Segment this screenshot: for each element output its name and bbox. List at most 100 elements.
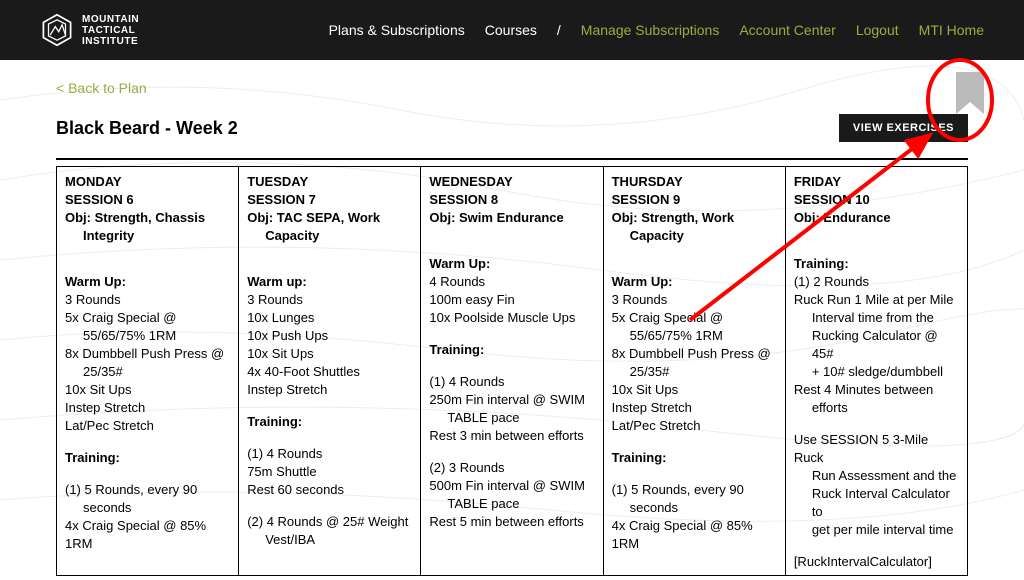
page-title: Black Beard - Week 2: [56, 118, 238, 139]
plan-line: Rest 5 min between efforts: [429, 513, 594, 531]
logo-text: MOUNTAIN TACTICAL INSTITUTE: [82, 14, 139, 47]
plan-line: 5x Craig Special @: [612, 309, 777, 327]
plan-line: 4x 40-Foot Shuttles: [247, 363, 412, 381]
plan-line: seconds: [612, 499, 777, 517]
section-hdr: Training:: [65, 449, 230, 467]
plan-line: 500m Fin interval @ SWIM: [429, 477, 594, 495]
plan-line: + 10# sledge/dumbbell: [794, 363, 959, 381]
obj-hdr indent-placeholder: Integrity: [65, 227, 230, 245]
plan-line: get per mile interval time: [794, 521, 959, 539]
plan-line: Instep Stretch: [612, 399, 777, 417]
plan-line: Run Assessment and the: [794, 467, 959, 485]
divider: [56, 158, 968, 160]
plan-line: 5x Craig Special @: [65, 309, 230, 327]
plan-line: TABLE pace: [429, 409, 594, 427]
section-hdr: Warm Up:: [429, 255, 594, 273]
section-hdr: Warm Up:: [612, 273, 777, 291]
plan-line: 55/65/75% 1RM: [65, 327, 230, 345]
view-exercises-button[interactable]: VIEW EXERCISES: [839, 114, 968, 142]
plan-column: WEDNESDAYSESSION 8Obj: Swim Endurance War…: [421, 167, 603, 575]
plan-line: 75m Shuttle: [247, 463, 412, 481]
sess-hdr: SESSION 6: [65, 191, 230, 209]
plan-line: 10x Lunges: [247, 309, 412, 327]
plan-line: 8x Dumbbell Push Press @: [612, 345, 777, 363]
obj-hdr: Obj: TAC SEPA, Work: [247, 209, 412, 227]
plan-line: 4 Rounds: [429, 273, 594, 291]
obj-hdr: Obj: Endurance: [794, 209, 959, 227]
plan-line: 10x Sit Ups: [65, 381, 230, 399]
plan-line: [RuckIntervalCalculator]: [794, 553, 959, 571]
nav-account[interactable]: Account Center: [739, 22, 836, 38]
back-link[interactable]: < Back to Plan: [56, 80, 147, 96]
obj-hdr: Obj: Strength, Chassis: [65, 209, 230, 227]
plan-line: 250m Fin interval @ SWIM: [429, 391, 594, 409]
nav-manage[interactable]: Manage Subscriptions: [581, 22, 720, 38]
plan-line: 100m easy Fin: [429, 291, 594, 309]
plan-line: 3 Rounds: [612, 291, 777, 309]
plan-line: Ruck Run 1 Mile at per Mile: [794, 291, 959, 309]
plan-line: efforts: [794, 399, 959, 417]
obj-hdr indent-placeholder: Capacity: [247, 227, 412, 245]
plan-line: Rest 3 min between efforts: [429, 427, 594, 445]
section-hdr: Training:: [247, 413, 412, 431]
plan-line: (1) 5 Rounds, every 90: [65, 481, 230, 499]
plan-line: TABLE pace: [429, 495, 594, 513]
section-hdr: Warm Up:: [65, 273, 230, 291]
nav-home[interactable]: MTI Home: [919, 22, 984, 38]
plan-line: (1) 2 Rounds: [794, 273, 959, 291]
plan-line: (1) 5 Rounds, every 90: [612, 481, 777, 499]
plan-table: MONDAYSESSION 6Obj: Strength, ChassisInt…: [56, 166, 968, 576]
plan-line: (2) 3 Rounds: [429, 459, 594, 477]
plan-line: Lat/Pec Stretch: [612, 417, 777, 435]
plan-line: Instep Stretch: [65, 399, 230, 417]
plan-line: Use SESSION 5 3-Mile Ruck: [794, 431, 959, 467]
obj-hdr indent-placeholder: Capacity: [612, 227, 777, 245]
section-hdr: Training:: [612, 449, 777, 467]
plan-line: Instep Stretch: [247, 381, 412, 399]
sess-hdr: SESSION 8: [429, 191, 594, 209]
plan-line: 3 Rounds: [65, 291, 230, 309]
main: < Back to Plan Black Beard - Week 2 VIEW…: [0, 60, 1024, 576]
logo[interactable]: MOUNTAIN TACTICAL INSTITUTE: [40, 13, 139, 47]
plan-column: THURSDAYSESSION 9Obj: Strength, WorkCapa…: [604, 167, 786, 575]
plan-line: 10x Sit Ups: [612, 381, 777, 399]
plan-line: (1) 4 Rounds: [429, 373, 594, 391]
bookmark-icon[interactable]: [956, 72, 984, 118]
plan-line: (1) 4 Rounds: [247, 445, 412, 463]
plan-line: Interval time from the: [794, 309, 959, 327]
plan-line: Lat/Pec Stretch: [65, 417, 230, 435]
plan-line: 8x Dumbbell Push Press @: [65, 345, 230, 363]
day-hdr: FRIDAY: [794, 173, 959, 191]
plan-line: 10x Push Ups: [247, 327, 412, 345]
section-hdr: Training:: [429, 341, 594, 359]
plan-line: 25/35#: [65, 363, 230, 381]
obj-hdr: Obj: Swim Endurance: [429, 209, 594, 227]
plan-column: TUESDAYSESSION 7Obj: TAC SEPA, WorkCapac…: [239, 167, 421, 575]
plan-line: 4x Craig Special @ 85% 1RM: [65, 517, 230, 553]
nav-courses[interactable]: Courses: [485, 22, 537, 38]
plan-line: 4x Craig Special @ 85% 1RM: [612, 517, 777, 553]
nav-separator: /: [557, 22, 561, 38]
section-hdr: Warm up:: [247, 273, 412, 291]
nav-plans[interactable]: Plans & Subscriptions: [329, 22, 465, 38]
obj-hdr: Obj: Strength, Work: [612, 209, 777, 227]
plan-line: 3 Rounds: [247, 291, 412, 309]
day-hdr: MONDAY: [65, 173, 230, 191]
plan-line: (2) 4 Rounds @ 25# Weight: [247, 513, 412, 531]
plan-line: Rucking Calculator @ 45#: [794, 327, 959, 363]
plan-line: Vest/IBA: [247, 531, 412, 549]
sess-hdr: SESSION 9: [612, 191, 777, 209]
day-hdr: TUESDAY: [247, 173, 412, 191]
plan-column: MONDAYSESSION 6Obj: Strength, ChassisInt…: [57, 167, 239, 575]
plan-column: FRIDAYSESSION 10Obj: EnduranceTraining:(…: [786, 167, 967, 575]
day-hdr: WEDNESDAY: [429, 173, 594, 191]
nav-logout[interactable]: Logout: [856, 22, 899, 38]
plan-line: Ruck Interval Calculator to: [794, 485, 959, 521]
plan-line: Rest 4 Minutes between: [794, 381, 959, 399]
plan-line: 10x Poolside Muscle Ups: [429, 309, 594, 327]
header: MOUNTAIN TACTICAL INSTITUTE Plans & Subs…: [0, 0, 1024, 60]
plan-line: 10x Sit Ups: [247, 345, 412, 363]
plan-line: 25/35#: [612, 363, 777, 381]
nav: Plans & Subscriptions Courses / Manage S…: [329, 22, 984, 38]
day-hdr: THURSDAY: [612, 173, 777, 191]
